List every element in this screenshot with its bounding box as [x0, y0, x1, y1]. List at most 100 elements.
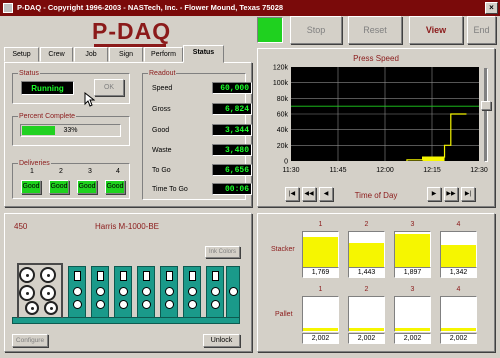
tab-sign[interactable]: Sign [109, 47, 143, 62]
x-tick-label: 12:00 [376, 167, 394, 174]
unlock-button[interactable]: Unlock [203, 334, 240, 347]
ink-colors-button[interactable]: Ink Colors [205, 246, 240, 258]
print-unit [137, 266, 155, 318]
deliveries-label: Deliveries [18, 159, 51, 168]
close-button[interactable]: × [485, 2, 498, 14]
nav-last-button[interactable]: ▶| [461, 187, 475, 201]
gauge-fill [303, 236, 338, 270]
press-id: 450 [14, 222, 28, 231]
delivery-4-good-button[interactable]: Good [105, 180, 125, 194]
stacker-number: 1 [318, 221, 323, 228]
print-unit [91, 266, 109, 318]
y-tick-label: 80k [277, 96, 289, 103]
tab-perform[interactable]: Perform [144, 47, 183, 62]
pallet-number: 3 [410, 286, 415, 293]
delivery-2-good-button[interactable]: Good [49, 180, 69, 194]
stacker-4-count: 1,342 [440, 267, 477, 278]
x-tick-label: 11:45 [330, 167, 347, 174]
print-unit [114, 266, 132, 318]
delivery-unit [226, 266, 240, 318]
paper-roll-icon [19, 267, 35, 283]
stacker-2-count: 1,443 [348, 267, 385, 278]
readout-value-time-to-go: 00:06 [212, 183, 252, 195]
tab-setup[interactable]: Setup [4, 47, 39, 62]
delivery-number: 4 [116, 168, 120, 175]
tab-job[interactable]: Job [74, 47, 108, 62]
stacker-number: 4 [456, 221, 461, 228]
configure-button[interactable]: Configure [12, 334, 48, 347]
nav-first-button[interactable]: |◀ [285, 187, 299, 201]
reset-button[interactable]: Reset [348, 16, 402, 44]
paper-roll-icon [19, 285, 35, 301]
chart-title: Press Speed [353, 54, 399, 63]
tab-crew[interactable]: Crew [40, 47, 73, 62]
window-title: P-DAQ - Copyright 1996-2003 - NASTech, I… [17, 3, 284, 12]
gauge-fill [349, 242, 384, 270]
delivery-1-good-button[interactable]: Good [21, 180, 41, 194]
stop-button[interactable]: Stop [290, 16, 342, 44]
readout-label-waste: Waste [152, 147, 172, 154]
readout-label: Readout [148, 69, 177, 78]
pallet-number: 1 [318, 286, 323, 293]
nav-forward-button[interactable]: ▶ [427, 187, 441, 201]
ok-button[interactable]: OK [94, 79, 124, 96]
pallet-3-count: 2,002 [394, 333, 431, 344]
nav-fast-back-button[interactable]: ◀◀ [302, 187, 316, 201]
press-speed-area [422, 157, 445, 161]
status-group-label: Status [18, 69, 40, 78]
delivery-number: 3 [88, 168, 92, 175]
end-button[interactable]: End [467, 16, 496, 44]
x-tick-label: 11:30 [283, 167, 300, 174]
delivery-number: 1 [30, 168, 34, 175]
pallet-2-gauge [348, 296, 385, 332]
stacker-3-gauge [394, 231, 431, 271]
view-button[interactable]: View [409, 16, 463, 44]
paper-roll-icon [40, 285, 56, 301]
delivery-3-good-button[interactable]: Good [77, 180, 97, 194]
stacker-label: Stacker [271, 246, 295, 253]
y-tick-label: 120k [273, 65, 289, 72]
tab-status[interactable]: Status [183, 45, 224, 63]
y-tick-label: 100k [273, 80, 289, 87]
title-bar: P-DAQ - Copyright 1996-2003 - NASTech, I… [0, 0, 500, 16]
stacker-3-count: 1,897 [394, 267, 431, 278]
running-status-display: Running [21, 81, 74, 95]
readout-label-to-go: To Go [152, 167, 171, 174]
app-icon [3, 3, 13, 13]
press-base-rail [12, 317, 240, 324]
percent-progress-bar: 33% [20, 124, 121, 137]
readout-label-gross: Gross [152, 106, 171, 113]
progress-text: 33% [63, 127, 78, 134]
pallet-1-count: 2,002 [302, 333, 339, 344]
print-unit [206, 266, 224, 318]
stacker-1-gauge [302, 231, 339, 271]
readout-value-good: 3,344 [212, 124, 252, 136]
gauge-fill [441, 328, 476, 331]
gauge-fill [303, 328, 338, 331]
gauge-fill [395, 328, 430, 331]
readout-value-speed: 60,000 [212, 82, 252, 94]
pallet-4-count: 2,002 [440, 333, 477, 344]
paper-roll-icon [40, 267, 56, 283]
y-tick-label: 0 [284, 159, 288, 166]
print-unit [68, 266, 86, 318]
nav-fast-forward-button[interactable]: ▶▶ [444, 187, 458, 201]
mouse-cursor-icon [84, 92, 95, 107]
readout-label-good: Good [152, 127, 170, 134]
pallet-label: Pallet [275, 311, 293, 318]
x-tick-label: 12:15 [423, 167, 441, 174]
stacker-number: 3 [410, 221, 415, 228]
delivery-number: 2 [59, 168, 63, 175]
speed-slider-track[interactable] [484, 68, 488, 162]
pallet-number: 4 [456, 286, 461, 293]
nav-back-button[interactable]: ◀ [319, 187, 333, 201]
gauge-fill [349, 328, 384, 331]
pallet-4-gauge [440, 296, 477, 332]
logo: P-DAQ [92, 18, 172, 44]
paper-roll-icon [44, 301, 58, 315]
speed-slider-thumb[interactable] [481, 101, 491, 110]
status-indicator-light [257, 17, 283, 43]
readout-value-waste: 3,480 [212, 144, 252, 156]
readout-label-time-to-go: Time To Go [152, 186, 188, 193]
gauge-fill [395, 233, 430, 270]
